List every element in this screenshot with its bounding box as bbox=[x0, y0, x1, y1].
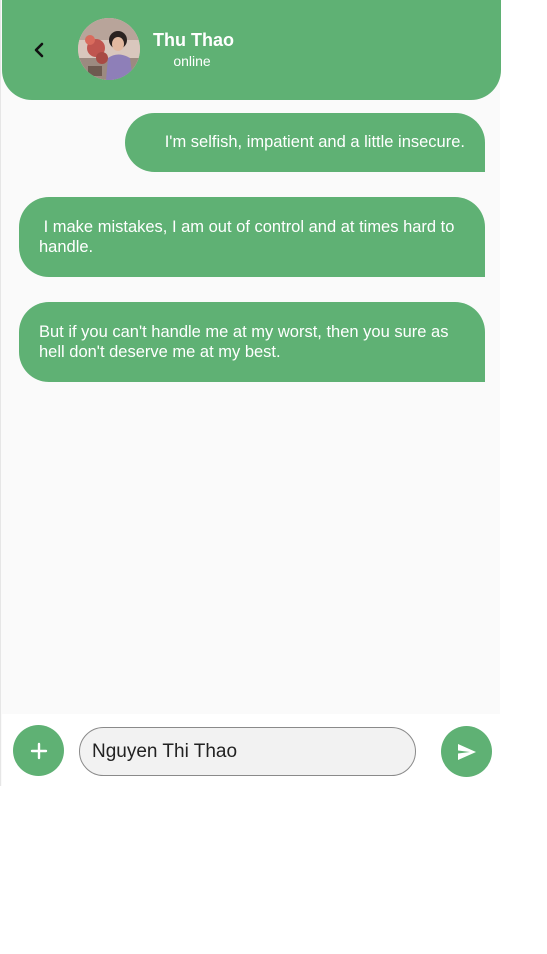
message-text: I'm selfish, impatient and a little inse… bbox=[164, 133, 465, 151]
send-icon bbox=[457, 743, 476, 760]
chat-header: Thu Thao online bbox=[2, 0, 501, 100]
message-bubble: I make mistakes, I am out of control and… bbox=[19, 197, 485, 277]
message-text: But if you can't handle me at my worst, … bbox=[39, 323, 449, 361]
plus-icon bbox=[30, 742, 47, 759]
send-button[interactable] bbox=[441, 726, 492, 777]
back-button[interactable] bbox=[28, 38, 50, 62]
contact-status: online bbox=[173, 53, 211, 69]
contact-name: Thu Thao bbox=[153, 30, 234, 50]
message-bubble: I'm selfish, impatient and a little inse… bbox=[125, 113, 485, 172]
message-text: I make mistakes, I am out of control and… bbox=[39, 218, 460, 256]
avatar[interactable] bbox=[78, 18, 140, 80]
chevron-left-icon bbox=[34, 42, 44, 58]
chat-screen: Thu Thao online I'm selfish, impatient a… bbox=[0, 0, 501, 786]
message-bubble: But if you can't handle me at my worst, … bbox=[19, 302, 485, 382]
add-button[interactable] bbox=[13, 725, 64, 776]
message-input[interactable] bbox=[79, 727, 416, 776]
avatar-photo bbox=[78, 18, 140, 80]
